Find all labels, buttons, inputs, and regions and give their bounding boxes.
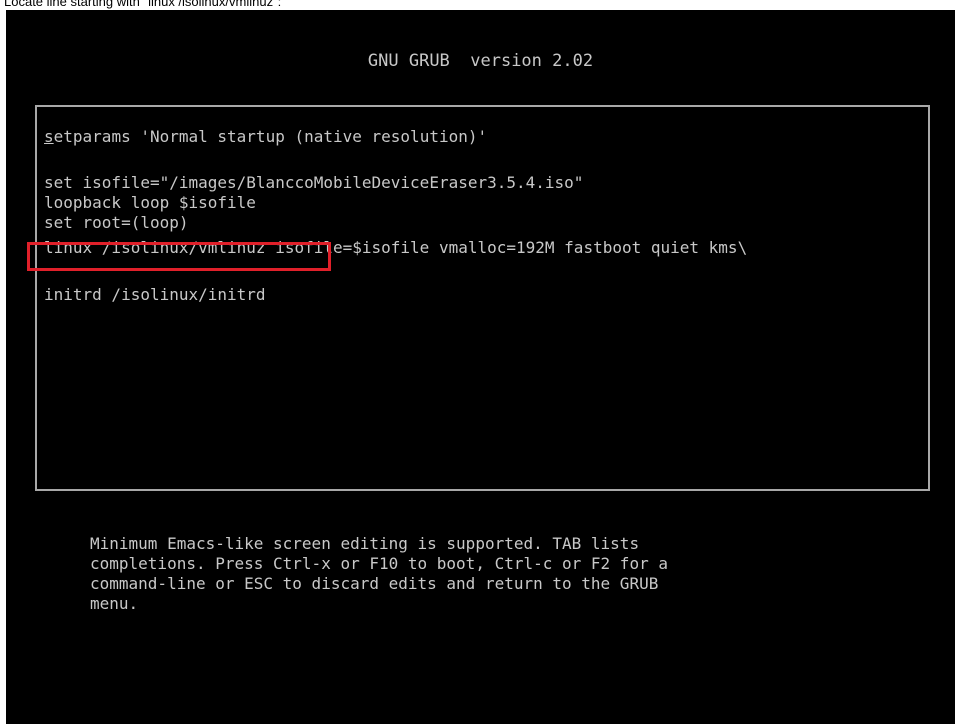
- editor-line-set-root[interactable]: set root=(loop): [44, 213, 189, 233]
- editor-line-setparams[interactable]: setparams 'Normal startup (native resolu…: [44, 127, 487, 147]
- editor-line-loopback[interactable]: loopback loop $isofile: [44, 193, 256, 213]
- grub-version-header: GNU GRUB version 2.02: [367, 51, 594, 71]
- editing-help-text: Minimum Emacs-like screen editing is sup…: [90, 534, 668, 613]
- editor-line-initrd[interactable]: initrd /isolinux/initrd: [44, 285, 266, 305]
- editor-line-set-isofile[interactable]: set isofile="/images/BlanccoMobileDevice…: [44, 173, 583, 193]
- text-cursor: s: [44, 127, 54, 146]
- highlight-box: [27, 242, 331, 271]
- grub-entry-editor[interactable]: setparams 'Normal startup (native resolu…: [35, 105, 930, 491]
- grub-screen: GNU GRUB version 2.02 setparams 'Normal …: [6, 10, 955, 724]
- editor-line-setparams-text: etparams 'Normal startup (native resolut…: [53, 127, 488, 146]
